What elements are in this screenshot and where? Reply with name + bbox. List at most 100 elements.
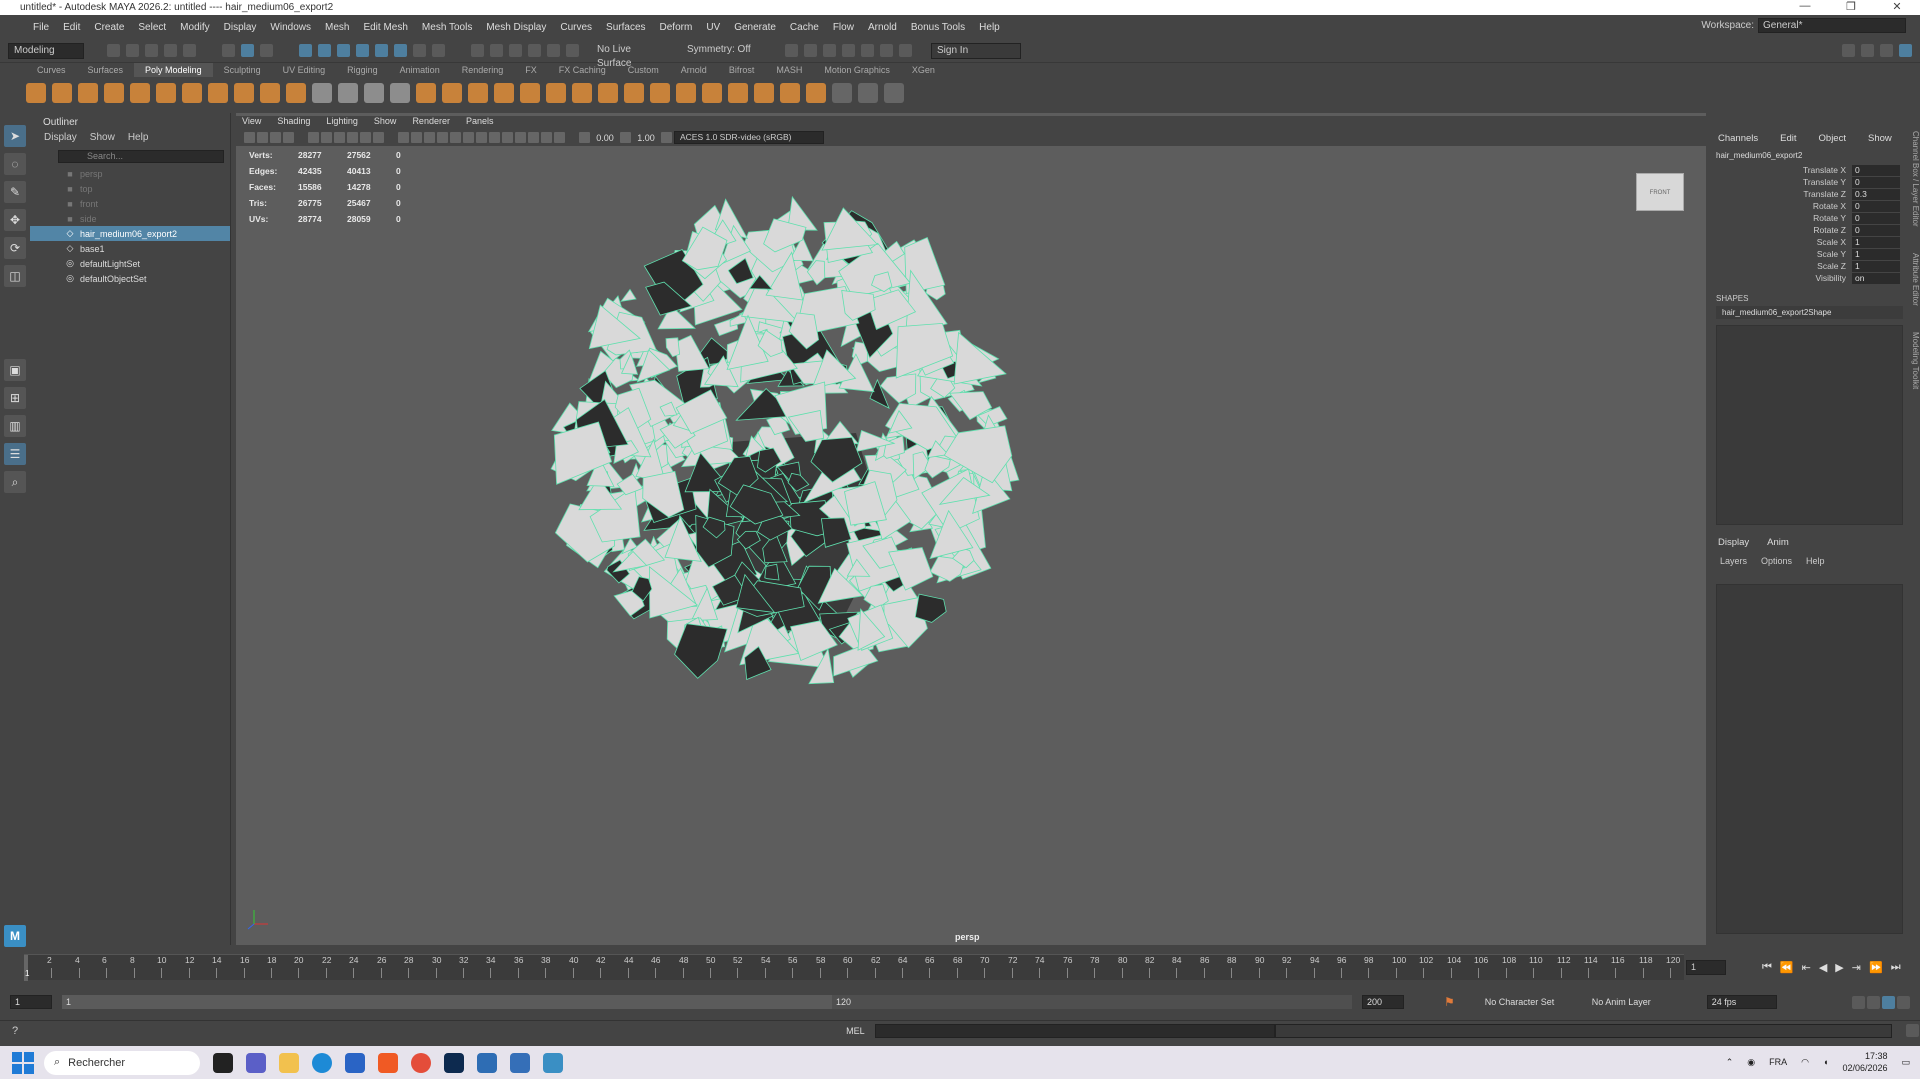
snap-live-icon[interactable] <box>394 44 407 57</box>
go-to-start-icon[interactable]: ⏮ <box>1762 961 1772 974</box>
teams-icon[interactable] <box>246 1052 266 1073</box>
outliner-menu-help[interactable]: Help <box>128 132 149 147</box>
channel-box-menu-show[interactable]: Show <box>1868 133 1892 144</box>
windows-start-icon[interactable] <box>12 1051 34 1074</box>
command-language-label[interactable]: MEL <box>846 1026 865 1036</box>
outliner-item[interactable]: ■ top <box>30 181 230 196</box>
poly-torus-icon[interactable] <box>130 83 150 103</box>
four-pane-icon[interactable]: ⊞ <box>4 387 26 409</box>
workspace-dropdown[interactable]: General* <box>1758 18 1906 33</box>
animation-end-field[interactable]: 200 <box>1362 995 1404 1009</box>
shape-node[interactable]: hair_medium06_export2Shape <box>1716 306 1903 319</box>
exposure-field[interactable]: 0.00 <box>592 133 618 143</box>
go-to-end-icon[interactable]: ⏭ <box>1891 961 1901 974</box>
snap-grid-icon[interactable] <box>299 44 312 57</box>
attribute-name[interactable]: Rotate Y <box>1712 213 1852 223</box>
gate-mask-icon[interactable] <box>347 132 358 143</box>
viewport[interactable] <box>236 113 1706 945</box>
open-scene-icon[interactable] <box>126 44 139 57</box>
render-settings-icon[interactable] <box>566 44 579 57</box>
sign-in-button[interactable]: Sign In <box>931 42 1021 59</box>
attribute-value[interactable]: 0 <box>1852 164 1900 176</box>
snap-view-icon[interactable] <box>356 44 369 57</box>
redo-icon[interactable] <box>183 44 196 57</box>
side-tab[interactable]: Modeling Toolkit <box>1911 332 1920 389</box>
menu-deform[interactable]: Deform <box>653 22 700 33</box>
attribute-value[interactable]: 0 <box>1852 212 1900 224</box>
combine-icon[interactable] <box>338 83 358 103</box>
append-icon[interactable] <box>546 83 566 103</box>
attribute-name[interactable]: Scale X <box>1712 237 1852 247</box>
anti-aliasing-icon[interactable] <box>502 132 513 143</box>
menu-file[interactable]: File <box>26 22 56 33</box>
outliner-layout-icon[interactable]: ☰ <box>4 443 26 465</box>
platonic-icon[interactable] <box>208 83 228 103</box>
render-settings-window-icon[interactable] <box>842 44 855 57</box>
undo-icon[interactable] <box>164 44 177 57</box>
step-forward-key-icon[interactable]: ⏩ <box>1869 961 1883 974</box>
viewport-menu-show[interactable]: Show <box>374 116 397 129</box>
exposure-icon[interactable] <box>579 132 590 143</box>
delete-history-icon[interactable] <box>884 83 904 103</box>
menu-set-dropdown[interactable]: Modeling <box>8 42 84 59</box>
menu-create[interactable]: Create <box>87 22 131 33</box>
extrude-icon[interactable] <box>468 83 488 103</box>
minimize-button[interactable]: — <box>1782 0 1828 13</box>
attribute-name[interactable]: Translate X <box>1712 165 1852 175</box>
channel-box-menu-channels[interactable]: Channels <box>1718 133 1758 144</box>
snap-curve-icon[interactable] <box>318 44 331 57</box>
mirror-icon[interactable] <box>780 83 800 103</box>
clock[interactable]: 17:38 02/06/2026 <box>1842 1050 1887 1074</box>
attribute-value[interactable]: 1 <box>1852 260 1900 272</box>
chrome-icon[interactable] <box>411 1052 431 1073</box>
render-icon[interactable] <box>528 44 541 57</box>
wireframe-on-shaded-icon[interactable] <box>424 132 435 143</box>
resolution-gate-icon[interactable] <box>334 132 345 143</box>
symmetry-dropdown[interactable]: Symmetry: Off <box>682 43 760 59</box>
menu-arnold[interactable]: Arnold <box>861 22 904 33</box>
outliner-menu-show[interactable]: Show <box>90 132 115 147</box>
poly-cylinder-icon[interactable] <box>78 83 98 103</box>
file-explorer-icon[interactable] <box>279 1052 299 1073</box>
shelf-tab-sculpting[interactable]: Sculpting <box>213 63 272 77</box>
shelf-tab-bifrost[interactable]: Bifrost <box>718 63 766 77</box>
attribute-name[interactable]: Rotate X <box>1712 201 1852 211</box>
anim-layer-dropdown[interactable]: No Anim Layer <box>1592 997 1687 1007</box>
lights-icon[interactable] <box>450 132 461 143</box>
menu-bonus-tools[interactable]: Bonus Tools <box>904 22 972 33</box>
shelf-tab-curves[interactable]: Curves <box>26 63 77 77</box>
outliner-item[interactable]: ◎ defaultObjectSet <box>30 271 230 286</box>
menu-select[interactable]: Select <box>131 22 173 33</box>
shelf-tab-xgen[interactable]: XGen <box>901 63 946 77</box>
menu-display[interactable]: Display <box>217 22 264 33</box>
range-bar-end[interactable]: 120 <box>832 995 1352 1009</box>
maya-taskbar-icon[interactable] <box>543 1052 563 1073</box>
poly-plane-icon[interactable] <box>156 83 176 103</box>
menu-mesh-display[interactable]: Mesh Display <box>479 22 553 33</box>
shelf-tab-mash[interactable]: MASH <box>765 63 813 77</box>
render-view-icon[interactable] <box>785 44 798 57</box>
remote-desktop-icon[interactable] <box>510 1052 530 1073</box>
menu-surfaces[interactable]: Surfaces <box>599 22 652 33</box>
snap-surface-icon[interactable] <box>375 44 388 57</box>
outliner-item[interactable]: ■ side <box>30 211 230 226</box>
fps-dropdown[interactable]: 24 fps <box>1706 995 1777 1009</box>
attribute-value[interactable]: on <box>1852 272 1900 284</box>
step-back-key-icon[interactable]: ⏪ <box>1780 961 1794 974</box>
new-scene-icon[interactable] <box>107 44 120 57</box>
wifi-icon[interactable]: ◠ <box>1801 1057 1809 1068</box>
film-gate-icon[interactable] <box>321 132 332 143</box>
attribute-value[interactable]: 1 <box>1852 248 1900 260</box>
wireframe-icon[interactable] <box>398 132 409 143</box>
shelf-tab-rendering[interactable]: Rendering <box>451 63 515 77</box>
attribute-name[interactable]: Translate Y <box>1712 177 1852 187</box>
select-component-icon[interactable] <box>260 44 273 57</box>
attribute-value[interactable]: 0.3 <box>1852 188 1900 200</box>
viewport-menu-renderer[interactable]: Renderer <box>412 116 450 129</box>
view-cube[interactable]: FRONT <box>1636 173 1684 211</box>
paint-select-icon[interactable] <box>509 44 522 57</box>
rotate-tool-icon[interactable]: ⟳ <box>4 237 26 259</box>
boolean-icon[interactable] <box>416 83 436 103</box>
viewport-menu-panels[interactable]: Panels <box>466 116 494 129</box>
tray-overflow-icon[interactable]: ⌃ <box>1726 1057 1734 1068</box>
